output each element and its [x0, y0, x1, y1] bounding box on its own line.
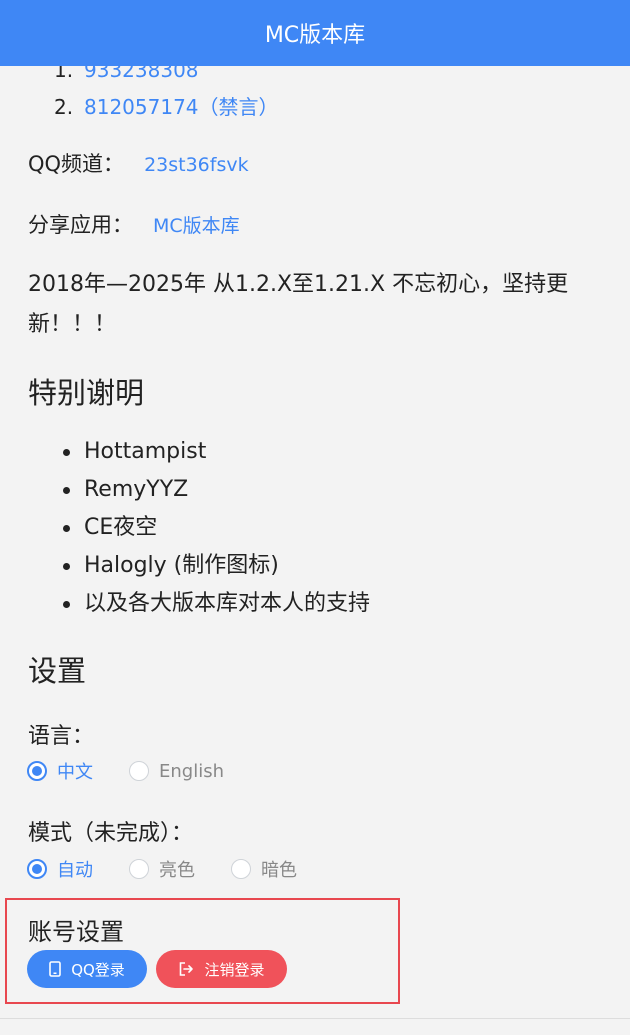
- slogan-text: 2018年—2025年 从1.2.X至1.21.X 不忘初心，坚持更新！！！: [28, 272, 569, 337]
- radio-checked-icon[interactable]: [27, 859, 47, 879]
- radio-unchecked-icon[interactable]: [129, 859, 149, 879]
- mode-label: 模式（未完成）：: [28, 821, 194, 846]
- qq-channel-link[interactable]: 23st36fsvk: [144, 154, 249, 176]
- share-app-row: 分享应用： MC版本库: [28, 209, 240, 239]
- settings-title: 设置: [28, 654, 87, 688]
- radio-checked-icon[interactable]: [27, 761, 47, 781]
- group-link-2[interactable]: 812057174（禁言）: [84, 95, 279, 119]
- logout-icon: [178, 961, 194, 977]
- radio-unchecked-icon[interactable]: [129, 761, 149, 781]
- mode-option-light[interactable]: 亮色: [129, 856, 195, 882]
- thanks-title: 特别谢明: [28, 376, 145, 410]
- account-title: 账号设置: [28, 918, 124, 946]
- mode-option-dark[interactable]: 暗色: [231, 856, 297, 882]
- qq-channel-row: QQ频道： 23st36fsvk: [28, 148, 249, 178]
- list-item: Halogly (制作图标): [58, 547, 370, 585]
- app-header: MC版本库: [0, 0, 630, 66]
- list-item: Hottampist: [58, 433, 370, 471]
- bottom-divider: [0, 1018, 630, 1019]
- logout-label: 注销登录: [204, 960, 265, 979]
- language-option-en[interactable]: English: [129, 761, 224, 782]
- mode-radio-group: 自动 亮色 暗色: [27, 856, 333, 882]
- group-item-2: 2. 812057174（禁言）: [54, 95, 279, 119]
- app-title: MC版本库: [264, 23, 366, 48]
- language-option-zh[interactable]: 中文: [27, 758, 93, 784]
- mode-option-auto[interactable]: 自动: [27, 856, 93, 882]
- qq-login-button[interactable]: QQ登录: [27, 950, 147, 988]
- share-app-label: 分享应用：: [28, 213, 133, 237]
- language-label: 语言：: [28, 724, 95, 749]
- page: MC版本库 1. 933238308 2. 812057174（禁言） QQ频道： 2…: [0, 0, 630, 1035]
- logout-button[interactable]: 注销登录: [156, 950, 287, 988]
- language-radio-group: 中文 English: [27, 758, 260, 784]
- list-item: 以及各大版本库对本人的支持: [58, 585, 370, 623]
- share-app-link[interactable]: MC版本库: [153, 215, 240, 237]
- list-item: RemyYYZ: [58, 471, 370, 509]
- list-item: CE夜空: [58, 509, 370, 547]
- qq-login-label: QQ登录: [71, 960, 125, 979]
- radio-unchecked-icon[interactable]: [231, 859, 251, 879]
- qq-channel-label: QQ频道：: [28, 152, 125, 176]
- phone-icon: [49, 961, 61, 977]
- thanks-list: Hottampist RemyYYZ CE夜空 Halogly (制作图标) 以…: [58, 433, 370, 623]
